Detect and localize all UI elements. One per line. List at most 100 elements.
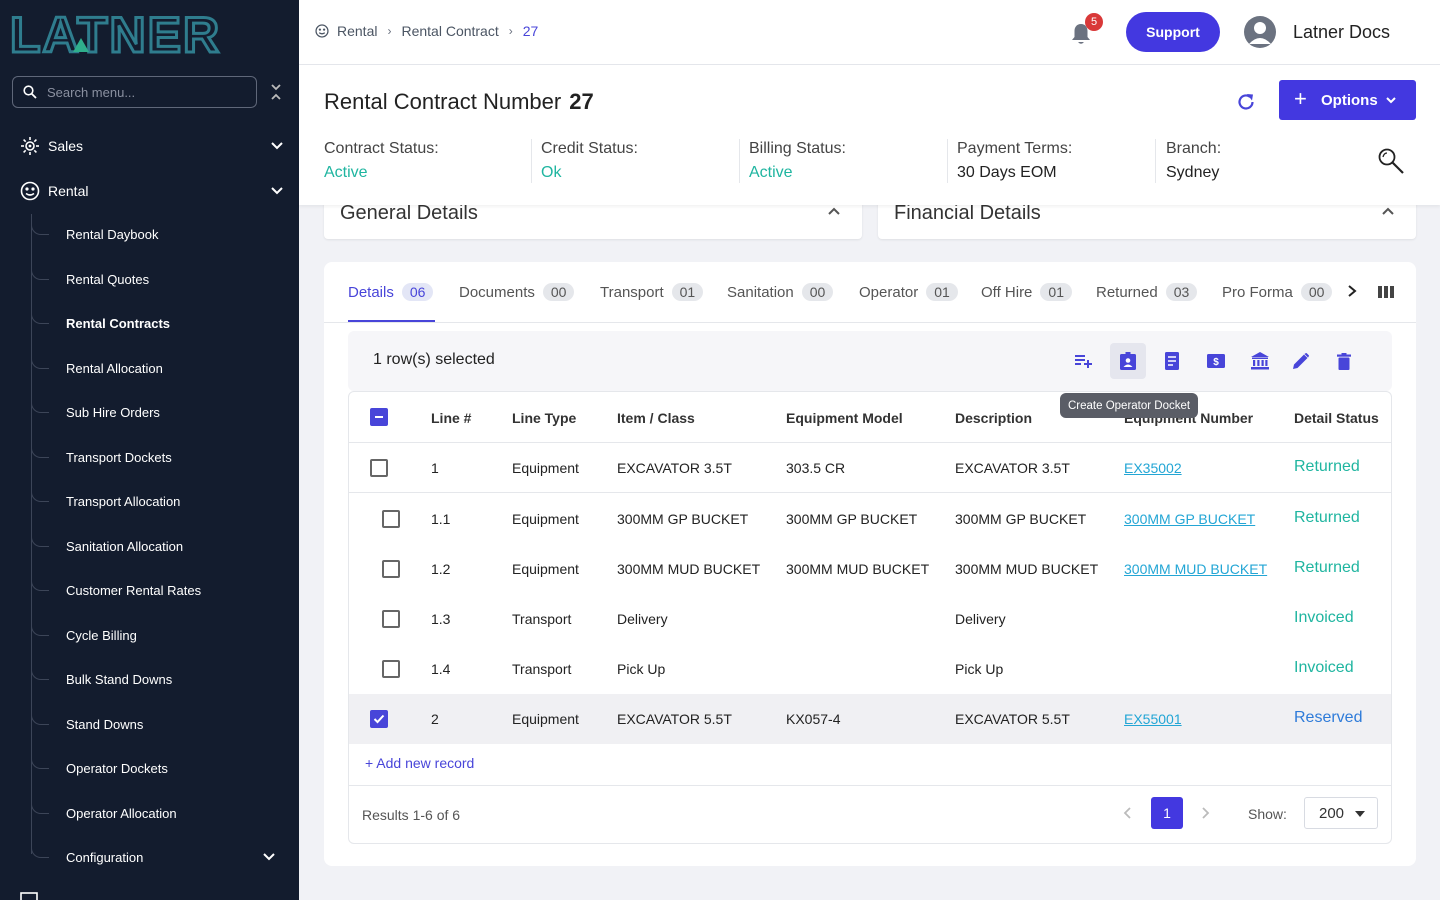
sidebar-section-sales[interactable]: Sales [0, 126, 299, 166]
tab-sanitation[interactable]: Sanitation 00 [727, 283, 834, 301]
page-size-select[interactable]: 200 [1304, 797, 1378, 829]
sidebar-section-rental[interactable]: Rental [0, 171, 299, 211]
tree-branch [31, 704, 49, 725]
sidebar-item-cycle-billing[interactable]: Cycle Billing [31, 615, 299, 655]
sidebar-item-sanitation-allocation[interactable]: Sanitation Allocation [31, 526, 299, 566]
sidebar-item-stand-downs[interactable]: Stand Downs [31, 704, 299, 744]
column-header-line[interactable]: Line # [431, 410, 471, 426]
sidebar-item-operator-dockets[interactable]: Operator Dockets [31, 748, 299, 788]
chevron-up-icon[interactable] [1381, 205, 1395, 219]
sidebar-item-sub-hire-orders[interactable]: Sub Hire Orders [31, 392, 299, 432]
status-label: Billing Status: [749, 140, 846, 157]
sidebar-item-label: Configuration [66, 850, 144, 865]
table-row[interactable]: 1.2 Equipment 300MM MUD BUCKET 300MM MUD… [349, 544, 1391, 594]
status-value: Active [324, 164, 368, 181]
sidebar-item-transport-dockets[interactable]: Transport Dockets [31, 437, 299, 477]
avatar[interactable] [1244, 16, 1276, 48]
row-checkbox[interactable] [382, 560, 400, 578]
tab-off-hire[interactable]: Off Hire 01 [981, 283, 1072, 301]
select-all-checkbox[interactable] [370, 408, 388, 426]
receipt-button[interactable] [1154, 343, 1190, 379]
table-row[interactable]: 2 Equipment EXCAVATOR 5.5T KX057-4 EXCAV… [349, 694, 1391, 744]
equipment-icon [20, 892, 38, 900]
tab-details[interactable]: Details 06 [348, 283, 434, 301]
edit-button[interactable] [1283, 343, 1319, 379]
sidebar-item-rental-allocation[interactable]: Rental Allocation [31, 348, 299, 388]
sidebar-item-rental-contracts[interactable]: Rental Contracts [31, 303, 299, 343]
row-checkbox[interactable] [370, 459, 388, 477]
sidebar-search-input[interactable]: Search menu... [12, 76, 257, 108]
tab-operator[interactable]: Operator 01 [859, 283, 958, 301]
sidebar-item-customer-rental-rates[interactable]: Customer Rental Rates [31, 570, 299, 610]
equipment-number-link[interactable]: EX55001 [1124, 711, 1182, 727]
page-size-value: 200 [1319, 805, 1345, 822]
column-header-description[interactable]: Description [955, 410, 1032, 426]
refresh-icon[interactable] [1235, 91, 1257, 113]
tab-transport[interactable]: Transport 01 [600, 283, 704, 301]
credit-status: Credit Status: Ok [541, 140, 638, 181]
table-row[interactable]: 1 Equipment EXCAVATOR 3.5T 303.5 CR EXCA… [349, 443, 1391, 493]
cell-item-class: EXCAVATOR 3.5T [617, 460, 732, 476]
tab-label: Transport [600, 283, 664, 301]
chevron-up-icon[interactable] [827, 205, 841, 219]
column-header-line-type[interactable]: Line Type [512, 410, 576, 426]
create-operator-docket-button[interactable] [1110, 343, 1146, 379]
status-badge: Reserved [1294, 709, 1363, 726]
table-row[interactable]: 1.3 Transport Delivery Delivery Invoiced [349, 594, 1391, 644]
columns-icon[interactable] [1378, 285, 1394, 299]
tree-branch [31, 303, 49, 324]
sidebar-item-configuration[interactable]: Configuration [31, 837, 299, 877]
breadcrumb-rental-contract[interactable]: Rental Contract [401, 23, 498, 39]
latner-logo[interactable]: LATNER [10, 10, 282, 56]
magnify-icon[interactable] [1377, 147, 1405, 175]
delete-button[interactable] [1326, 343, 1362, 379]
divider [531, 139, 532, 183]
support-button[interactable]: Support [1126, 12, 1220, 52]
sidebar-item-label: Rental Allocation [66, 361, 163, 376]
rental-icon [315, 24, 329, 38]
sidebar-item-rental-quotes[interactable]: Rental Quotes [31, 259, 299, 299]
equipment-number-link[interactable]: 300MM MUD BUCKET [1124, 561, 1267, 577]
caret-down-icon [1355, 811, 1365, 817]
chevron-right-icon[interactable] [1346, 284, 1358, 298]
breadcrumb-rental[interactable]: Rental [337, 23, 377, 39]
equipment-number-link[interactable]: EX35002 [1124, 460, 1182, 476]
tab-pro-forma[interactable]: Pro Forma 00 [1222, 283, 1333, 301]
row-checkbox[interactable] [382, 660, 400, 678]
billing-button[interactable]: $ [1198, 343, 1234, 379]
cell-item-class: Pick Up [617, 661, 666, 677]
tooltip: Create Operator Docket [1060, 393, 1199, 418]
add-new-record-link[interactable]: + Add new record [365, 755, 474, 771]
row-checkbox[interactable] [370, 710, 388, 728]
page-number-button[interactable]: 1 [1151, 797, 1183, 829]
sidebar-item-operator-allocation[interactable]: Operator Allocation [31, 793, 299, 833]
notification-badge: 5 [1085, 13, 1103, 31]
row-checkbox[interactable] [382, 610, 400, 628]
add-line-button[interactable] [1066, 343, 1102, 379]
tab-documents[interactable]: Documents 00 [459, 283, 575, 301]
user-name[interactable]: Latner Docs [1293, 22, 1390, 43]
table-row[interactable]: 1.4 Transport Pick Up Pick Up Invoiced [349, 644, 1391, 694]
options-button[interactable]: + Options [1279, 80, 1416, 120]
bank-button[interactable] [1242, 343, 1278, 379]
row-checkbox[interactable] [382, 510, 400, 528]
table-row[interactable]: 1.1 Equipment 300MM GP BUCKET 300MM GP B… [349, 494, 1391, 544]
divider [739, 139, 740, 183]
minus-icon [375, 416, 383, 418]
column-header-detail-status[interactable]: Detail Status [1294, 410, 1379, 426]
sidebar-item-rental-daybook[interactable]: Rental Daybook [31, 214, 299, 254]
collapse-menu-icon[interactable] [268, 82, 284, 102]
tree-branch [31, 392, 49, 413]
sidebar-item-label: Bulk Stand Downs [66, 672, 173, 687]
svg-text:LATNER: LATNER [10, 10, 221, 56]
tree-branch [31, 793, 49, 814]
column-header-item-class[interactable]: Item / Class [617, 410, 695, 426]
equipment-number-link[interactable]: 300MM GP BUCKET [1124, 511, 1255, 527]
column-header-equipment-model[interactable]: Equipment Model [786, 410, 903, 426]
sidebar-item-bulk-stand-downs[interactable]: Bulk Stand Downs [31, 659, 299, 699]
sidebar-item-transport-allocation[interactable]: Transport Allocation [31, 481, 299, 521]
tab-returned[interactable]: Returned 03 [1096, 283, 1198, 301]
chevron-right-icon[interactable] [1200, 806, 1210, 820]
chevron-left-icon[interactable] [1123, 806, 1133, 820]
tab-count: 00 [801, 283, 834, 301]
